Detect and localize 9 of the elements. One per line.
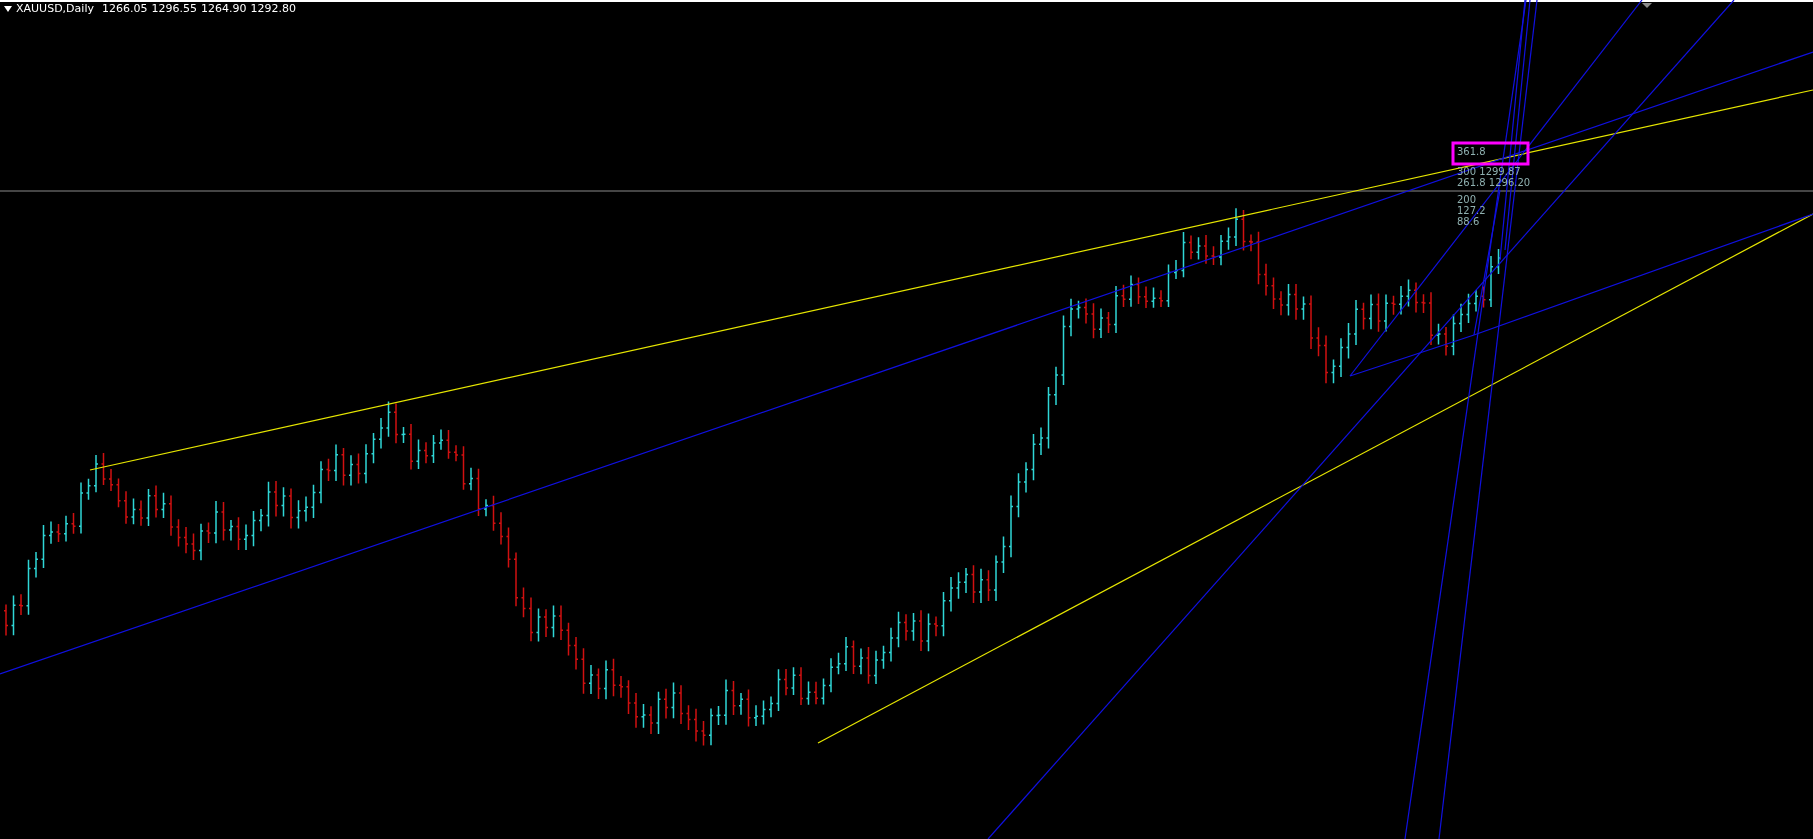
shift-marker-icon (1642, 3, 1652, 8)
fib-level-label: 200 (1457, 194, 1477, 205)
price-value: 1292.80 (250, 2, 296, 16)
price-value: 1296.55 (151, 2, 197, 16)
fib-level-label: 361.8 (1457, 146, 1486, 157)
symbol-period-label: XAUUSD,Daily (16, 2, 94, 16)
dropdown-icon[interactable] (4, 6, 12, 12)
price-value: 1266.05 (101, 2, 148, 16)
price-value: 1264.90 (200, 2, 247, 16)
